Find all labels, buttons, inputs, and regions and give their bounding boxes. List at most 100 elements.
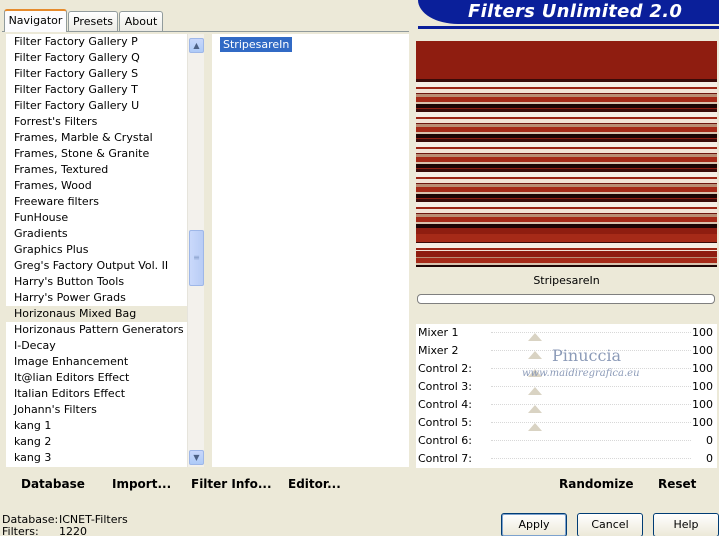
category-item-selected[interactable]: Horizonaus Mixed Bag: [6, 306, 187, 322]
category-item[interactable]: Filter Factory Gallery P: [6, 34, 187, 50]
category-item[interactable]: Frames, Marble & Crystal: [6, 130, 187, 146]
preview-stripe: [416, 89, 717, 93]
filter-list[interactable]: StripesareIn: [212, 34, 409, 467]
preview-stripe: [416, 154, 717, 157]
control-value[interactable]: 100: [692, 416, 713, 429]
category-item[interactable]: Forrest's Filters: [6, 114, 187, 130]
category-item[interactable]: Frames, Stone & Granite: [6, 146, 187, 162]
control-label: Control 4:: [418, 398, 472, 411]
scroll-up-icon[interactable]: ▲: [189, 38, 204, 53]
category-item[interactable]: Graphics Plus: [6, 242, 187, 258]
preview-stripe: [416, 258, 717, 263]
preview-stripe: [416, 104, 717, 108]
preview-stripe: [416, 251, 717, 257]
help-button[interactable]: Help: [653, 513, 719, 536]
category-item[interactable]: Greg's Factory Output Vol. II: [6, 258, 187, 274]
preview-stripe: [416, 222, 717, 224]
category-scrollbar[interactable]: ▲ ≡ ▼: [187, 34, 204, 467]
control-row: Control 3: 100: [416, 378, 717, 396]
tab-navigator[interactable]: Navigator: [4, 9, 67, 32]
slider-knob-icon[interactable]: [528, 423, 542, 431]
preview-stripe: [416, 168, 717, 169]
category-item[interactable]: kang 2: [6, 434, 187, 450]
tab-about[interactable]: About: [119, 11, 163, 31]
filters-count: 1220: [59, 525, 87, 536]
control-label: Control 5:: [418, 416, 472, 429]
preview-stripe: [416, 162, 717, 164]
category-item[interactable]: Italian Editors Effect: [6, 386, 187, 402]
scroll-down-icon[interactable]: ▼: [189, 450, 204, 465]
preview-stripe: [416, 112, 717, 117]
slider-knob-icon[interactable]: [528, 387, 542, 395]
category-item[interactable]: Filter Factory Gallery U: [6, 98, 187, 114]
preview-stripe: [416, 132, 717, 134]
category-item[interactable]: Freeware filters: [6, 194, 187, 210]
preview-stripe: [416, 213, 717, 214]
control-value[interactable]: 0: [706, 452, 713, 465]
category-item[interactable]: kang 3: [6, 450, 187, 466]
category-item[interactable]: Horizonaus Pattern Generators: [6, 322, 187, 338]
database-button[interactable]: Database: [21, 477, 85, 491]
slider-knob-icon[interactable]: [528, 333, 542, 341]
preview-stripe: [416, 97, 717, 102]
preview-stripe: [416, 93, 717, 94]
apply-button[interactable]: Apply: [501, 513, 567, 536]
preview-stripe: [416, 194, 717, 198]
filter-item-selected[interactable]: StripesareIn: [220, 37, 293, 52]
preview-stripe: [416, 224, 717, 228]
category-item[interactable]: FunHouse: [6, 210, 187, 226]
control-row: Control 6: 0: [416, 432, 717, 450]
control-slider[interactable]: [491, 422, 691, 423]
category-item[interactable]: I-Decay: [6, 338, 187, 354]
control-slider[interactable]: [491, 404, 691, 405]
scroll-thumb[interactable]: ≡: [189, 230, 204, 286]
slider-knob-icon[interactable]: [528, 351, 542, 359]
filter-info-button[interactable]: Filter Info...: [191, 477, 272, 491]
editor-button[interactable]: Editor...: [288, 477, 341, 491]
control-label: Mixer 1: [418, 326, 459, 339]
preview-stripe: [416, 214, 717, 217]
randomize-button[interactable]: Randomize: [559, 477, 633, 491]
category-item[interactable]: It@lian Editors Effect: [6, 370, 187, 386]
control-slider[interactable]: [491, 386, 691, 387]
preview-stripe: [416, 199, 717, 202]
control-slider[interactable]: [491, 458, 691, 459]
category-item[interactable]: Frames, Textured: [6, 162, 187, 178]
category-item[interactable]: Harry's Power Grads: [6, 290, 187, 306]
category-item[interactable]: Johann's Filters: [6, 402, 187, 418]
preview-stripe: [416, 164, 717, 168]
category-item[interactable]: Gradients: [6, 226, 187, 242]
preview-stripe: [416, 263, 717, 265]
category-item[interactable]: Frames, Wood: [6, 178, 187, 194]
import-button[interactable]: Import...: [112, 477, 171, 491]
control-value[interactable]: 0: [706, 434, 713, 447]
preview-stripe: [416, 153, 717, 154]
category-item[interactable]: Image Enhancement: [6, 354, 187, 370]
cancel-button[interactable]: Cancel: [577, 513, 643, 536]
tab-presets[interactable]: Presets: [68, 11, 118, 31]
control-value[interactable]: 100: [692, 398, 713, 411]
category-item[interactable]: Filter Factory Gallery S: [6, 66, 187, 82]
watermark-name: Pinuccia: [552, 346, 622, 365]
control-value[interactable]: 100: [692, 326, 713, 339]
control-slider[interactable]: [491, 440, 691, 441]
category-item[interactable]: Filter Factory Gallery T: [6, 82, 187, 98]
category-item[interactable]: Harry's Button Tools: [6, 274, 187, 290]
preview-stripe: [416, 157, 717, 162]
category-item[interactable]: kang 1: [6, 418, 187, 434]
reset-button[interactable]: Reset: [658, 477, 696, 491]
category-list[interactable]: Filter Factory Gallery P Filter Factory G…: [6, 34, 187, 467]
control-value[interactable]: 100: [692, 362, 713, 375]
preview-stripe: [416, 184, 717, 187]
preview-stripe: [416, 82, 717, 87]
preview-stripe: [416, 217, 717, 222]
category-item[interactable]: Filter Factory Gallery Q: [6, 50, 187, 66]
preview-stripe: [416, 119, 717, 123]
control-slider[interactable]: [491, 332, 691, 333]
slider-knob-icon[interactable]: [528, 405, 542, 413]
preview-stripe: [416, 265, 717, 267]
control-value[interactable]: 100: [692, 380, 713, 393]
control-value[interactable]: 100: [692, 344, 713, 357]
preview-stripe: [416, 127, 717, 132]
preview-stripe: [416, 79, 717, 82]
